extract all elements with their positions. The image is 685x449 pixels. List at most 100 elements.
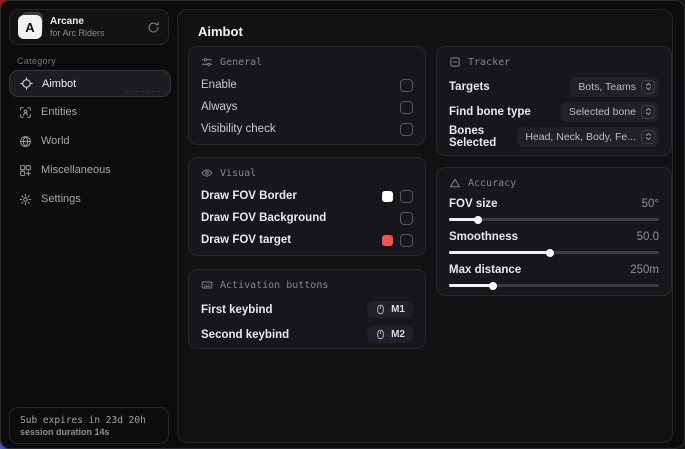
color-swatch-white[interactable] — [382, 191, 393, 202]
visibility-check-checkbox[interactable] — [400, 123, 413, 136]
fov-size-slider[interactable] — [449, 218, 659, 221]
setting-row-bones-selected: Bones Selected Head, Neck, Body, Fe... — [449, 124, 659, 149]
gear-icon — [19, 193, 32, 206]
max-distance-slider[interactable] — [449, 284, 659, 287]
setting-row-fov-background: Draw FOV Background — [201, 207, 413, 229]
dropdown-value: Head, Neck, Body, Fe... — [525, 131, 636, 143]
sidebar-nav: Aimbot Entities World — [9, 70, 171, 214]
refresh-icon[interactable] — [147, 21, 160, 34]
app-window: A Arcane for Arc Riders Category Aimbot — [0, 0, 685, 449]
setting-label: Second keybind — [201, 329, 289, 341]
app-subtitle: for Arc Riders — [50, 28, 139, 38]
slider-fill — [449, 251, 550, 254]
setting-row-find-bone-type: Find bone type Selected bone — [449, 99, 659, 124]
keyboard-icon — [201, 279, 213, 291]
setting-row-fov-border: Draw FOV Border — [201, 185, 413, 207]
slider-fill — [449, 218, 478, 221]
sidebar-item-label: World — [41, 135, 70, 147]
setting-row-first-keybind: First keybind M1 — [201, 297, 413, 322]
sidebar-item-label: Entities — [41, 106, 77, 118]
subscription-info: Sub expires in 23d 20h session duration … — [9, 407, 169, 444]
globe-icon — [19, 135, 32, 148]
sidebar-item-entities[interactable]: Entities — [9, 98, 171, 126]
setting-label: Draw FOV Background — [201, 212, 326, 224]
setting-label: Enable — [201, 79, 237, 91]
activation-card: Activation buttons First keybind M1 Seco… — [188, 269, 426, 349]
logo-letter: A — [18, 15, 42, 39]
setting-row-second-keybind: Second keybind M2 — [201, 322, 413, 347]
setting-label: Bones Selected — [449, 125, 517, 149]
fov-border-checkbox[interactable] — [400, 190, 413, 203]
max-distance-setting: Max distance 250m — [449, 261, 659, 287]
main-panel: Aimbot General Enable Always Visibili — [177, 9, 673, 443]
enable-checkbox[interactable] — [400, 79, 413, 92]
app-name: Arcane — [50, 16, 139, 28]
page-title: Aimbot — [198, 24, 243, 39]
always-checkbox[interactable] — [400, 101, 413, 114]
sub-expiry-text: Sub expires in 23d 20h — [20, 415, 158, 426]
app-logo: A — [18, 15, 42, 39]
mouse-icon — [375, 304, 386, 315]
sidebar-item-aimbot[interactable]: Aimbot — [9, 70, 171, 97]
chevrons-up-down-icon — [641, 130, 655, 144]
setting-label: Draw FOV Border — [201, 190, 297, 202]
setting-row-always: Always — [201, 96, 413, 118]
slider-value: 250m — [630, 264, 659, 276]
sidebar-item-label: Settings — [41, 193, 81, 205]
setting-label: Visibility check — [201, 123, 276, 135]
keybind-value: M2 — [391, 329, 405, 340]
entities-scan-icon — [19, 106, 32, 119]
slider-label: Max distance — [449, 264, 521, 276]
setting-row-fov-target: Draw FOV target — [201, 229, 413, 251]
card-title: Activation buttons — [220, 280, 328, 291]
setting-label: Draw FOV target — [201, 234, 291, 246]
sidebar-item-miscellaneous[interactable]: Miscellaneous — [9, 156, 171, 184]
triangle-icon — [449, 177, 461, 189]
setting-row-targets: Targets Bots, Teams — [449, 74, 659, 99]
sidebar-header: A Arcane for Arc Riders — [9, 9, 169, 45]
card-title: Visual — [220, 168, 256, 179]
card-title: Tracker — [468, 57, 510, 68]
session-duration-text: session duration 14s — [20, 427, 158, 437]
accuracy-card: Accuracy FOV size 50° Smoothness 50.0 — [436, 167, 672, 296]
keybind-value: M1 — [391, 304, 405, 315]
smoothness-slider[interactable] — [449, 251, 659, 254]
visual-card: Visual Draw FOV Border Draw FOV Backgrou… — [188, 157, 426, 256]
chevrons-up-down-icon — [641, 80, 655, 94]
setting-row-visibility-check: Visibility check — [201, 118, 413, 140]
card-title: General — [220, 57, 262, 68]
tracker-card: Tracker Targets Bots, Teams Find bone ty… — [436, 46, 672, 156]
setting-row-enable: Enable — [201, 74, 413, 96]
sidebar-item-label: Miscellaneous — [41, 164, 111, 176]
box-minus-icon — [449, 56, 461, 68]
bones-selected-dropdown[interactable]: Head, Neck, Body, Fe... — [517, 127, 659, 147]
fov-target-checkbox[interactable] — [400, 234, 413, 247]
sidebar-item-settings[interactable]: Settings — [9, 185, 171, 213]
grid-icon — [19, 164, 32, 177]
setting-label: Always — [201, 101, 237, 113]
bone-type-dropdown[interactable]: Selected bone — [561, 102, 659, 122]
crosshair-icon — [20, 77, 33, 90]
targets-dropdown[interactable]: Bots, Teams — [570, 77, 659, 97]
fov-size-setting: FOV size 50° — [449, 195, 659, 221]
first-keybind-button[interactable]: M1 — [367, 301, 413, 318]
color-swatch-red[interactable] — [382, 235, 393, 246]
category-label: Category — [17, 56, 56, 66]
slider-label: FOV size — [449, 198, 498, 210]
setting-label: Targets — [449, 81, 490, 93]
card-title: Accuracy — [468, 178, 516, 189]
sliders-icon — [201, 56, 213, 68]
sidebar-item-world[interactable]: World — [9, 127, 171, 155]
slider-fill — [449, 284, 493, 287]
slider-value: 50.0 — [637, 231, 659, 243]
second-keybind-button[interactable]: M2 — [367, 326, 413, 343]
slider-label: Smoothness — [449, 231, 518, 243]
smoothness-setting: Smoothness 50.0 — [449, 228, 659, 254]
fov-background-checkbox[interactable] — [400, 212, 413, 225]
mouse-icon — [375, 329, 386, 340]
dropdown-value: Selected bone — [569, 106, 636, 118]
sidebar-item-label: Aimbot — [42, 78, 76, 90]
setting-label: Find bone type — [449, 106, 531, 118]
chevrons-up-down-icon — [641, 105, 655, 119]
dropdown-value: Bots, Teams — [578, 81, 636, 93]
